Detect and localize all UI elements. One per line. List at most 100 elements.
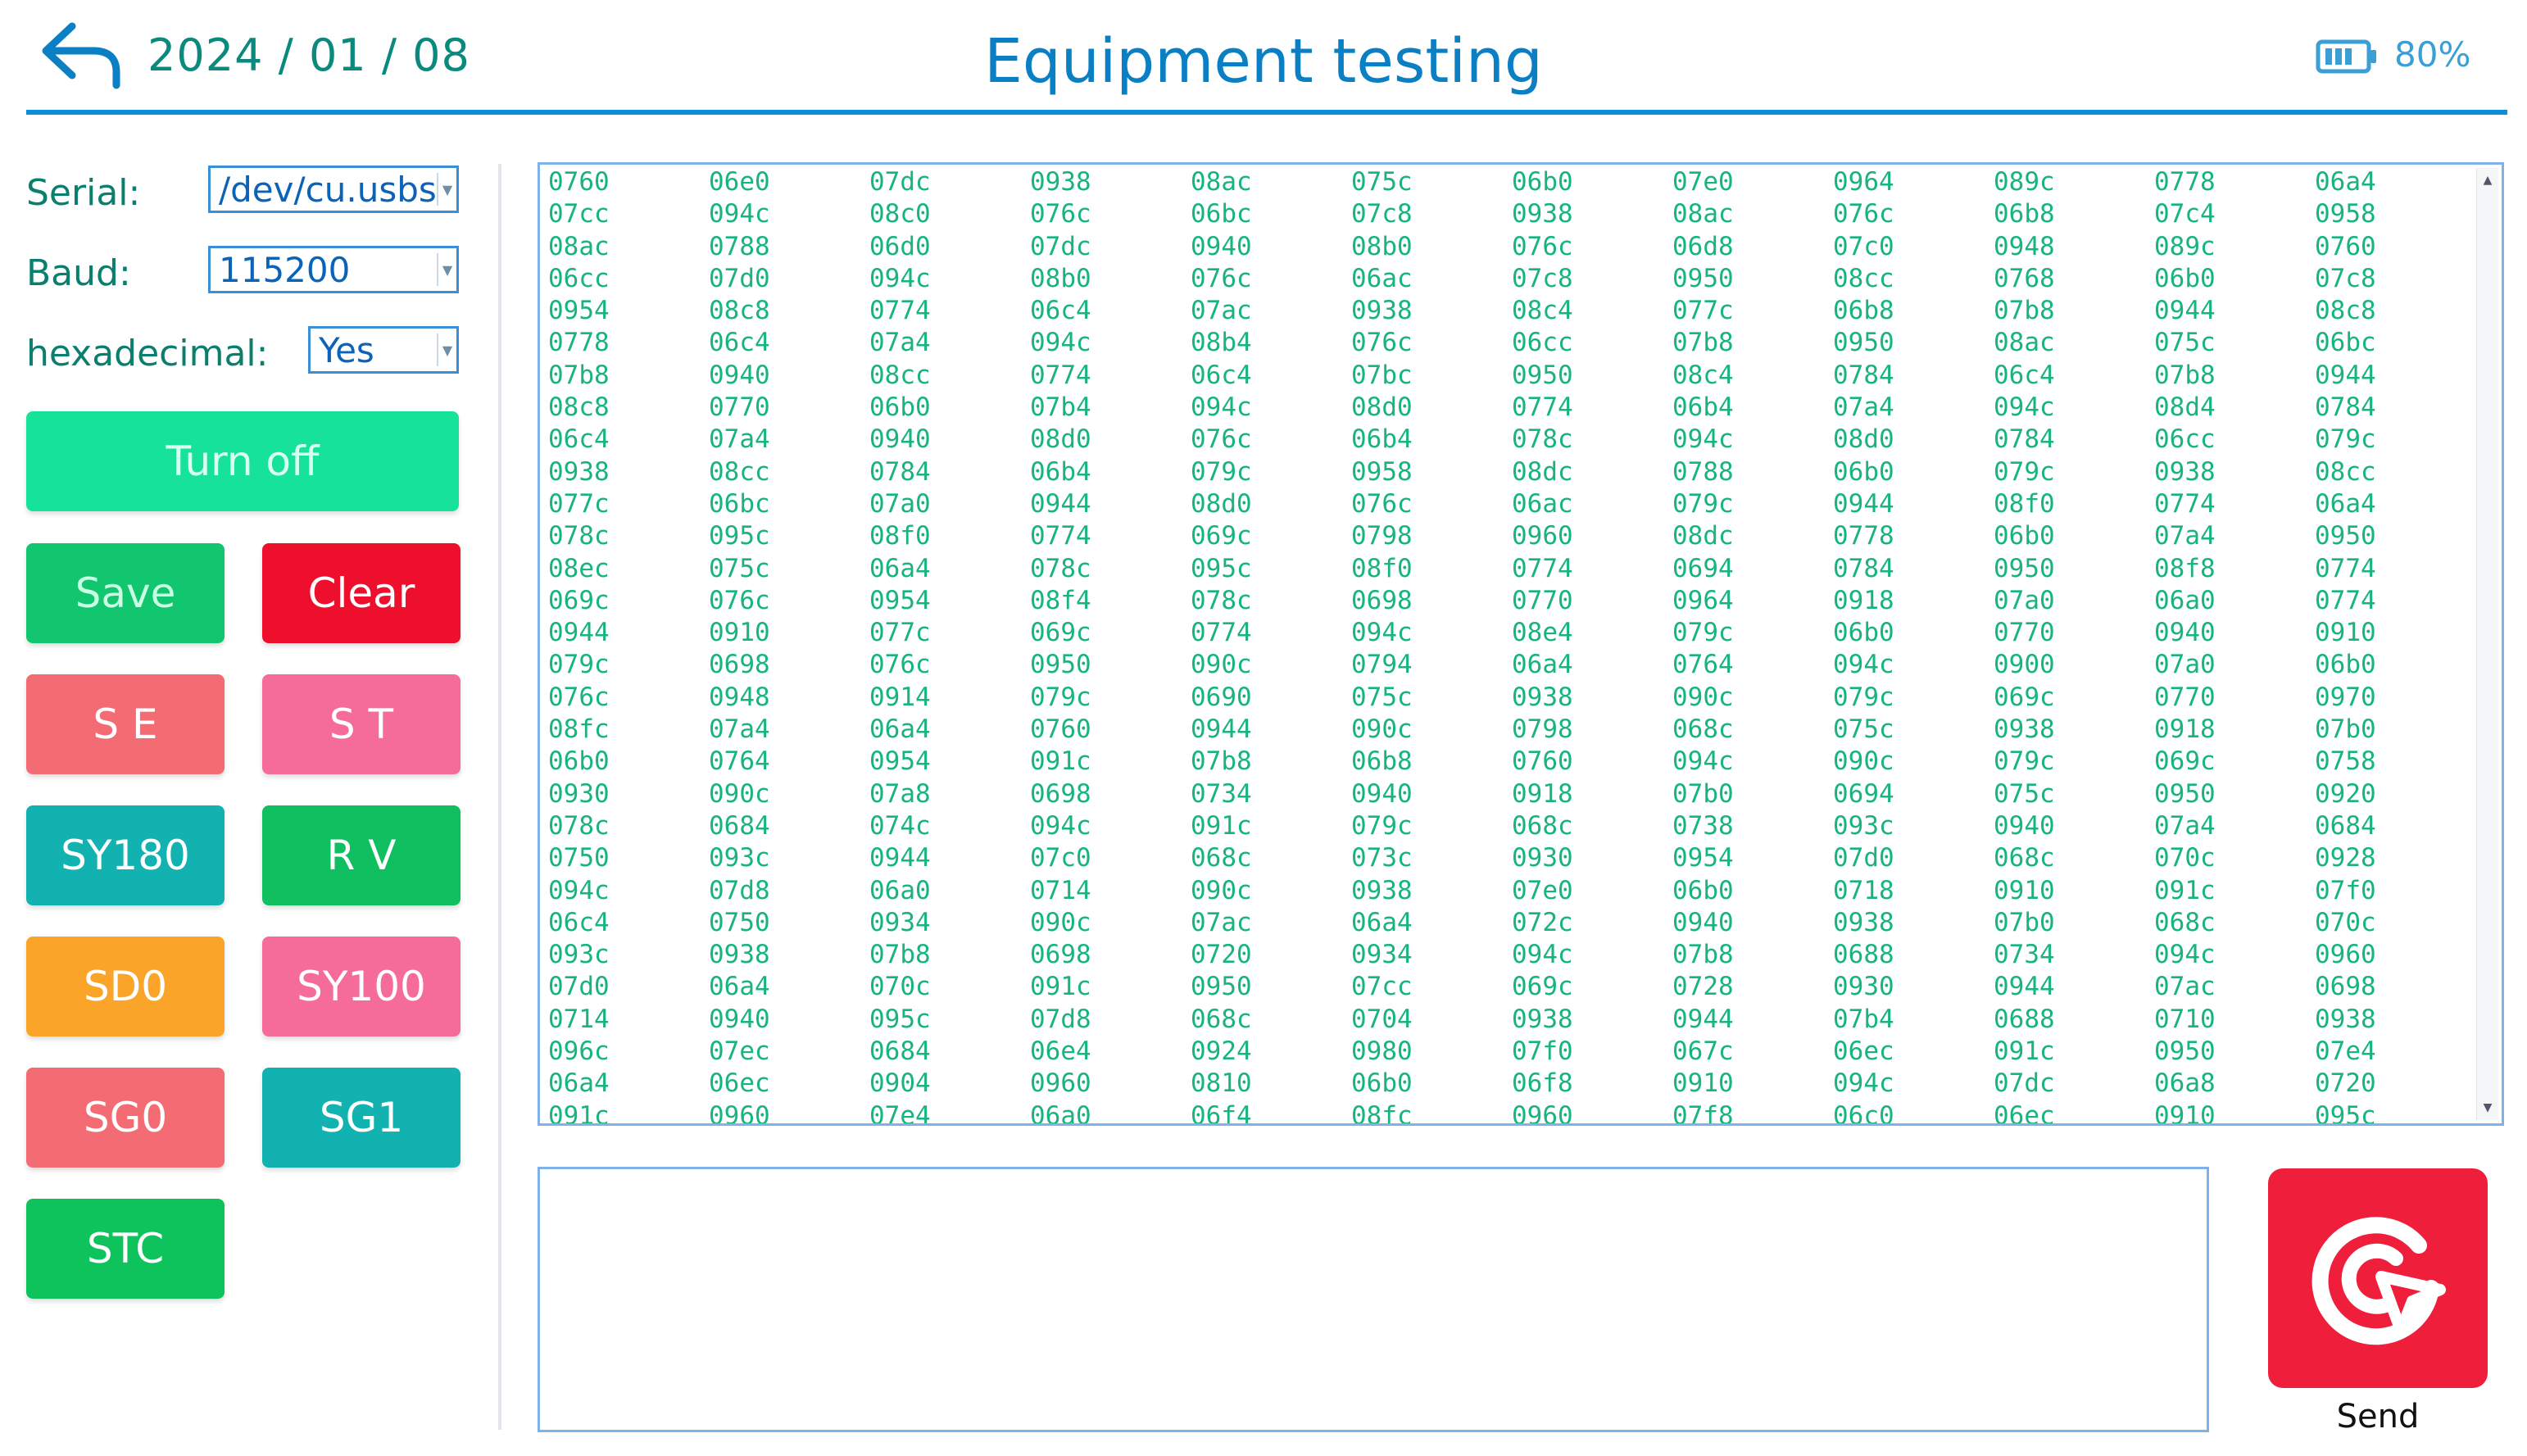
- hex-value-cell: 08dc: [1672, 521, 1734, 551]
- hex-value-cell: 094c: [869, 263, 931, 293]
- hex-value-cell: 08b4: [1191, 328, 1252, 358]
- hex-value-cell: 07a4: [2154, 810, 2216, 841]
- hex-value-cell: 0774: [1512, 392, 1573, 423]
- control-panel: Serial: /dev/cu.usbs ▼ Baud: 115200 ▼ he…: [0, 115, 500, 1456]
- hex-value-cell: 06bc: [709, 488, 770, 519]
- hex-value-cell: 0950: [1994, 553, 2055, 583]
- hex-value-cell: 07f0: [1512, 1036, 1573, 1067]
- save-button[interactable]: Save: [26, 543, 225, 643]
- hex-value-cell: 0950: [1191, 972, 1252, 1002]
- hex-value-cell: 06b0: [1833, 456, 1894, 487]
- hex-value-cell: 095c: [1191, 553, 1252, 583]
- hex-value-cell: 0684: [869, 1036, 931, 1067]
- hex-value-cell: 094c: [1030, 810, 1091, 841]
- hex-value-cell: 079c: [1672, 488, 1734, 519]
- sd0-button[interactable]: SD0: [26, 937, 225, 1036]
- hex-value-cell: 06e4: [1030, 1036, 1091, 1067]
- hex-value-cell: 090c: [1672, 682, 1734, 712]
- hex-value-cell: 06c4: [1030, 296, 1091, 326]
- hex-value-cell: 076c: [1351, 488, 1413, 519]
- hex-value-cell: 07ac: [1191, 296, 1252, 326]
- battery-icon: [2316, 39, 2378, 74]
- hex-value-cell: 0904: [869, 1068, 931, 1099]
- hex-value-cell: 0944: [1833, 488, 1894, 519]
- hex-value-cell: 0774: [2315, 553, 2376, 583]
- baud-label: Baud:: [26, 252, 131, 294]
- hex-value-cell: 0930: [1512, 843, 1573, 873]
- send-label: Send: [2336, 1398, 2420, 1436]
- chevron-down-icon: ▼: [437, 173, 456, 206]
- hex-value-cell: 091c: [548, 1100, 610, 1126]
- sg0-button[interactable]: SG0: [26, 1068, 225, 1168]
- hex-value-cell: 090c: [1191, 650, 1252, 680]
- st-button[interactable]: S T: [262, 674, 460, 774]
- hex-value-cell: 07b8: [2154, 360, 2216, 390]
- battery-percentage: 80%: [2394, 34, 2471, 75]
- output-scrollbar[interactable]: ▲ ▼: [2476, 168, 2498, 1120]
- hex-value-cell: 06f4: [1191, 1100, 1252, 1126]
- hex-value-cell: 06cc: [2154, 424, 2216, 455]
- hex-value-cell: 0924: [1191, 1036, 1252, 1067]
- hex-value-cell: 067c: [1672, 1036, 1734, 1067]
- hex-value-cell: 0918: [1833, 585, 1894, 615]
- hex-value-cell: 095c: [869, 1004, 931, 1034]
- hex-value-cell: 078c: [1512, 424, 1573, 455]
- hex-value-cell: 0918: [2154, 714, 2216, 745]
- hex-value-cell: 08f4: [1030, 585, 1091, 615]
- hex-value-cell: 0940: [1351, 778, 1413, 809]
- serial-value: /dev/cu.usbs: [219, 169, 437, 210]
- hex-value-cell: 0784: [869, 456, 931, 487]
- send-button[interactable]: [2268, 1168, 2488, 1388]
- sy100-button[interactable]: SY100: [262, 937, 460, 1036]
- hex-value-cell: 08dc: [1512, 456, 1573, 487]
- stc-button[interactable]: STC: [26, 1199, 225, 1299]
- hex-value-cell: 0774: [1030, 521, 1091, 551]
- hex-value-cell: 076c: [709, 585, 770, 615]
- hex-value-cell: 06a0: [869, 875, 931, 905]
- hex-value-cell: 0930: [548, 778, 610, 809]
- hex-value-cell: 0938: [2315, 1004, 2376, 1034]
- hexadecimal-select[interactable]: Yes ▼: [308, 326, 459, 374]
- sy180-button[interactable]: SY180: [26, 805, 225, 905]
- hex-value-cell: 08cc: [2315, 456, 2376, 487]
- hex-value-cell: 0934: [1351, 940, 1413, 970]
- hex-value-cell: 0698: [1030, 940, 1091, 970]
- hex-value-cell: 094c: [1833, 1068, 1894, 1099]
- hex-value-cell: 07a4: [709, 424, 770, 455]
- hex-value-cell: 06a0: [1030, 1100, 1091, 1126]
- hex-value-cell: 079c: [2315, 424, 2376, 455]
- hex-value-cell: 0954: [869, 585, 931, 615]
- scroll-down-icon[interactable]: ▼: [2477, 1097, 2498, 1118]
- hex-value-cell: 076c: [1030, 199, 1091, 229]
- send-input[interactable]: [538, 1167, 2209, 1432]
- hex-value-cell: 07a0: [869, 488, 931, 519]
- hex-value-cell: 06ec: [1994, 1100, 2055, 1126]
- hex-value-cell: 07b0: [2315, 714, 2376, 745]
- hex-value-cell: 0788: [709, 231, 770, 261]
- hex-value-cell: 0760: [1030, 714, 1091, 745]
- hex-value-cell: 07d0: [709, 263, 770, 293]
- hex-value-cell: 076c: [548, 682, 610, 712]
- scroll-up-icon[interactable]: ▲: [2477, 170, 2498, 191]
- hex-value-cell: 06cc: [548, 263, 610, 293]
- clear-button[interactable]: Clear: [262, 543, 460, 643]
- hex-value-cell: 07e0: [1512, 875, 1573, 905]
- hex-value-cell: 0750: [548, 843, 610, 873]
- hex-value-cell: 06b8: [1994, 199, 2055, 229]
- se-button[interactable]: S E: [26, 674, 225, 774]
- serial-select[interactable]: /dev/cu.usbs ▼: [208, 166, 459, 213]
- serial-output-panel[interactable]: 0760 06e0 07dc 0938 08ac 075c 06b0 07e0 0964 089c…: [538, 162, 2504, 1126]
- baud-select[interactable]: 115200 ▼: [208, 246, 459, 293]
- hex-value-cell: 07ec: [709, 1036, 770, 1067]
- rv-button[interactable]: R V: [262, 805, 460, 905]
- hex-value-cell: 06a4: [2315, 167, 2376, 197]
- hex-value-cell: 0970: [2315, 682, 2376, 712]
- hex-value-cell: 07a0: [1994, 585, 2055, 615]
- hex-value-cell: 0950: [2315, 521, 2376, 551]
- sg1-button[interactable]: SG1: [262, 1068, 460, 1168]
- hex-value-cell: 0938: [1351, 875, 1413, 905]
- hex-value-cell: 06b0: [1672, 875, 1734, 905]
- hex-value-cell: 07c4: [2154, 199, 2216, 229]
- turn-off-button[interactable]: Turn off: [26, 411, 459, 511]
- hex-value-cell: 079c: [1030, 682, 1091, 712]
